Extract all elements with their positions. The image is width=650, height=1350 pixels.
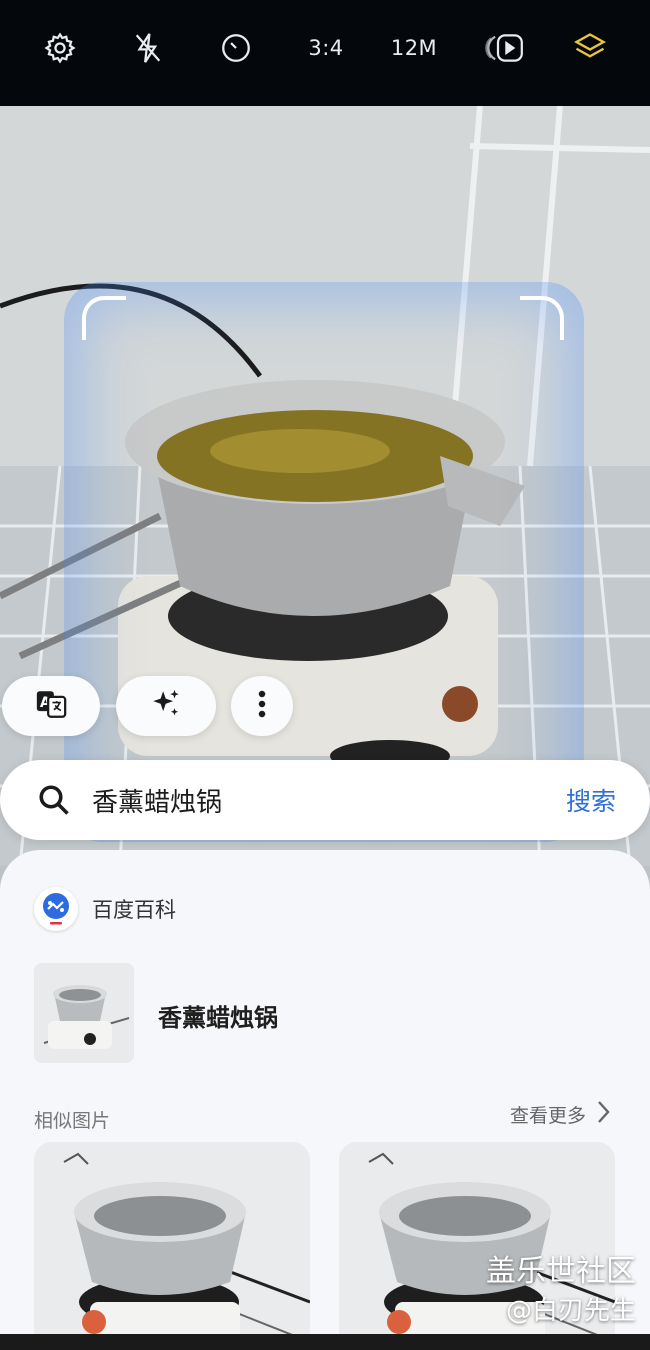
- see-more-link[interactable]: 查看更多: [510, 1100, 610, 1129]
- camera-settings-bar: 3:4 12M: [0, 0, 650, 106]
- resolution-button[interactable]: 12M: [384, 28, 444, 68]
- focus-frame-corner: [520, 296, 564, 340]
- ai-sparkle-icon: [149, 687, 183, 726]
- chevron-right-icon: [586, 1100, 610, 1129]
- translate-icon: A: [34, 687, 68, 726]
- see-more-label: 查看更多: [509, 1105, 586, 1127]
- search-input[interactable]: 香薰蜡烛锅: [92, 782, 222, 819]
- entry-thumbnail[interactable]: [34, 963, 134, 1063]
- entry-title[interactable]: 香薰蜡烛锅: [158, 998, 278, 1033]
- watermark-line-1: 盖乐世社区: [486, 1254, 636, 1289]
- search-bar: 香薰蜡烛锅 搜索: [0, 760, 650, 840]
- bottom-edge: [0, 1334, 650, 1350]
- watermark-line-2: @白刃先生: [505, 1296, 636, 1326]
- focus-frame-corner: [82, 296, 126, 340]
- translate-button[interactable]: A: [2, 676, 100, 736]
- more-vert-icon: [257, 689, 267, 724]
- settings-gear-icon[interactable]: [40, 28, 80, 68]
- aspect-ratio-button[interactable]: 3:4: [296, 28, 356, 68]
- source-row[interactable]: 百度百科: [34, 886, 176, 932]
- motion-photo-icon[interactable]: [482, 28, 528, 68]
- similar-images-label: 相似图片: [34, 1110, 111, 1132]
- baike-logo-icon: [34, 887, 78, 931]
- more-options-button[interactable]: [231, 676, 293, 736]
- source-name: 百度百科: [92, 898, 176, 922]
- search-icon: [36, 782, 72, 818]
- timer-icon[interactable]: [216, 28, 256, 68]
- focus-frame-glow: [64, 282, 584, 842]
- search-button[interactable]: 搜索: [566, 782, 616, 818]
- flash-off-icon[interactable]: [128, 28, 168, 68]
- similar-image-card[interactable]: [34, 1142, 310, 1342]
- ai-assist-button[interactable]: [116, 676, 216, 736]
- layers-icon[interactable]: [570, 28, 610, 68]
